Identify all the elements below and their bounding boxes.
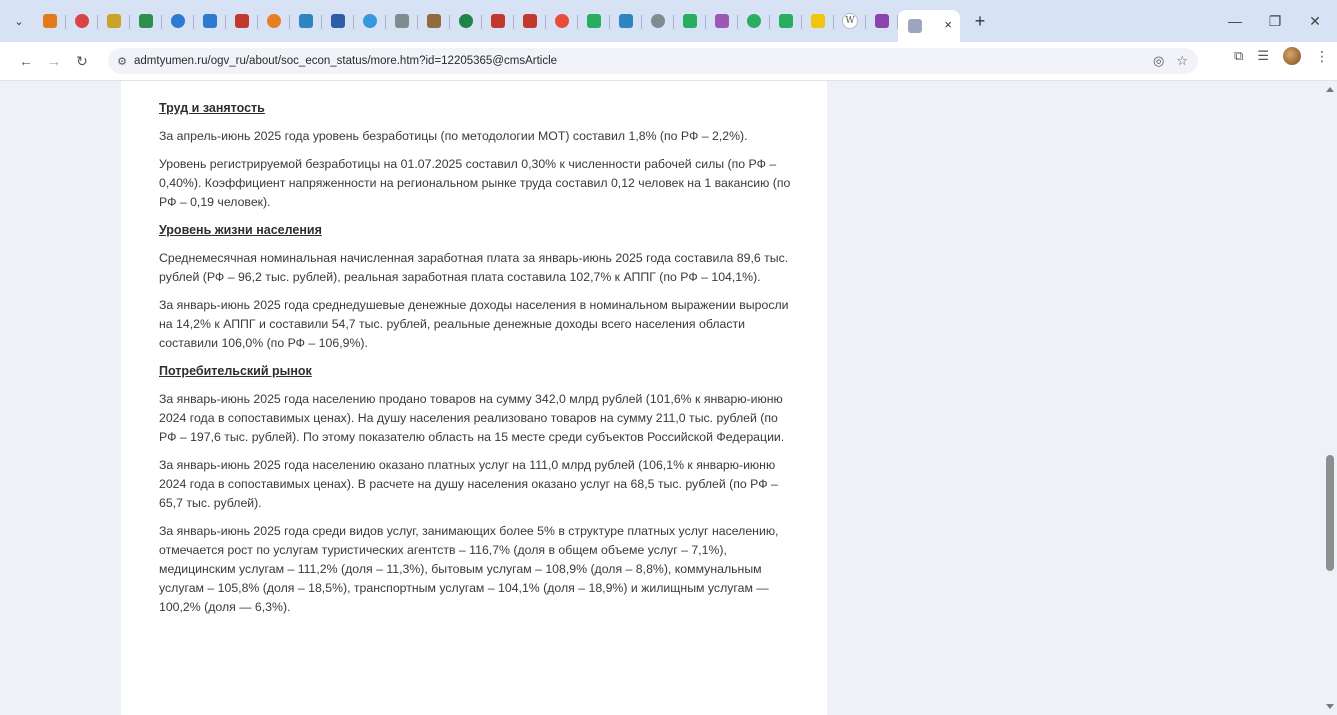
section-heading: Уровень жизни населения (159, 223, 322, 237)
new-tab-button[interactable]: + (970, 11, 990, 32)
emblem-icon (491, 14, 505, 28)
heart-icon (75, 14, 89, 28)
dot-icon (555, 14, 569, 28)
page-viewport: Труд и занятость За апрель-июнь 2025 года… (0, 81, 1323, 715)
tab-list: W × (34, 0, 960, 42)
address-bar[interactable]: ⚙ admtyumen.ru/ogv_ru/about/soc_econ_sta… (108, 48, 1198, 74)
tab-strip: ⌄ W × + — ❐ ✕ (0, 0, 1337, 42)
home-icon (523, 14, 537, 28)
shield-icon (875, 14, 889, 28)
wikipedia-icon: W (842, 13, 858, 29)
paragraph: За январь-июнь 2025 года среднедушевые д… (159, 298, 789, 350)
close-tab-icon[interactable]: × (944, 17, 952, 32)
browser-tab[interactable] (98, 6, 130, 36)
article-body: Труд и занятость За апрель-июнь 2025 года… (121, 81, 827, 617)
image-icon (299, 14, 313, 28)
flag-icon (235, 14, 249, 28)
browser-tab[interactable] (770, 6, 802, 36)
reading-list-icon[interactable]: ☰ (1257, 48, 1269, 64)
url-text[interactable]: admtyumen.ru/ogv_ru/about/soc_econ_statu… (134, 55, 557, 67)
paragraph: Среднемесячная номинальная начисленная з… (159, 251, 789, 284)
paragraph: За апрель-июнь 2025 года уровень безрабо… (159, 129, 748, 143)
extensions-icon[interactable]: ⧉ (1234, 48, 1243, 64)
section-heading: Потребительский рынок (159, 364, 312, 378)
browser-tab[interactable] (66, 6, 98, 36)
active-tab[interactable]: × (898, 10, 960, 42)
drop-icon (363, 14, 377, 28)
box-icon (619, 14, 633, 28)
site-info-icon[interactable]: ⚙ (110, 55, 134, 68)
paragraph: За январь-июнь 2025 года среди видов усл… (159, 524, 779, 614)
browser-tab[interactable] (226, 6, 258, 36)
browser-tab[interactable] (546, 6, 578, 36)
browser-tab[interactable] (322, 6, 354, 36)
browser-toolbar: ← → ↻ ⚙ admtyumen.ru/ogv_ru/about/soc_ec… (0, 42, 1337, 81)
browser-tab[interactable] (738, 6, 770, 36)
star-icon (811, 14, 825, 28)
browser-tab[interactable] (482, 6, 514, 36)
browser-tab[interactable] (386, 6, 418, 36)
eye-off-icon[interactable]: ◎ (1153, 53, 1164, 69)
tab-search-button[interactable]: ⌄ (8, 10, 30, 32)
browser-tab[interactable] (610, 6, 642, 36)
scrollbar[interactable] (1323, 81, 1337, 715)
grid-icon (139, 14, 153, 28)
chart-icon (683, 14, 697, 28)
square-icon (107, 14, 121, 28)
browser-tab[interactable] (162, 6, 194, 36)
scroll-up-arrow[interactable] (1326, 87, 1334, 92)
section-heading: Труд и занятость (159, 101, 265, 115)
browser-tab[interactable] (34, 6, 66, 36)
menu-icon[interactable]: ⋮ (1315, 48, 1329, 65)
browser-tab[interactable] (514, 6, 546, 36)
profile-avatar[interactable] (1283, 47, 1301, 65)
circle-icon (267, 14, 281, 28)
article: Труд и занятость За апрель-июнь 2025 года… (121, 81, 827, 715)
maximize-icon[interactable]: ❐ (1255, 0, 1295, 42)
back-icon[interactable]: ← (12, 47, 40, 75)
paragraph: За январь-июнь 2025 года населению оказа… (159, 458, 778, 510)
doc-icon (331, 14, 345, 28)
globe-icon (171, 14, 185, 28)
emblem-icon (427, 14, 441, 28)
browser-tab[interactable] (354, 6, 386, 36)
reload-icon[interactable]: ↻ (68, 47, 96, 75)
paragraph: За январь-июнь 2025 года населению прода… (159, 392, 785, 444)
emblem-icon (651, 14, 665, 28)
wave-icon (459, 14, 473, 28)
browser-tab[interactable] (258, 6, 290, 36)
paragraph: Уровень регистрируемой безработицы на 01… (159, 157, 791, 209)
emblem-icon (715, 14, 729, 28)
emblem-icon (747, 14, 761, 28)
browser-tab[interactable] (418, 6, 450, 36)
ruler-icon (43, 14, 57, 28)
globe-icon (203, 14, 217, 28)
browser-tab[interactable] (642, 6, 674, 36)
minimize-icon[interactable]: — (1215, 0, 1255, 42)
emblem-icon (779, 14, 793, 28)
page-icon (908, 19, 922, 33)
browser-tab[interactable] (290, 6, 322, 36)
scroll-down-arrow[interactable] (1326, 704, 1334, 709)
emblem-icon (587, 14, 601, 28)
browser-tab[interactable] (674, 6, 706, 36)
bookmark-star-icon[interactable]: ☆ (1176, 53, 1188, 69)
browser-tab[interactable]: W (834, 6, 866, 36)
gear-icon (395, 14, 409, 28)
browser-tab[interactable] (450, 6, 482, 36)
browser-tab[interactable] (802, 6, 834, 36)
forward-icon[interactable]: → (40, 47, 68, 75)
browser-tab[interactable] (706, 6, 738, 36)
browser-tab[interactable] (194, 6, 226, 36)
browser-tab[interactable] (866, 6, 898, 36)
close-window-icon[interactable]: ✕ (1295, 0, 1335, 42)
browser-tab[interactable] (130, 6, 162, 36)
browser-tab[interactable] (578, 6, 610, 36)
scrollbar-thumb[interactable] (1326, 455, 1334, 571)
